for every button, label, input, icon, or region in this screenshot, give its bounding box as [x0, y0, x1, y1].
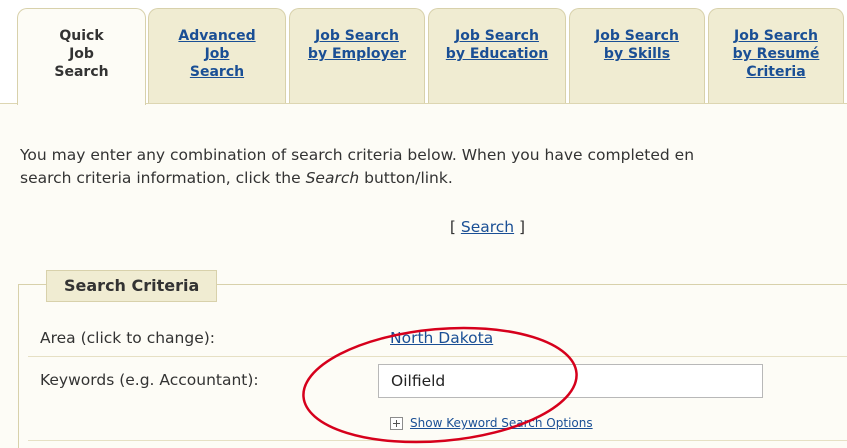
- tab-label-line: Criteria: [746, 64, 806, 80]
- instructions-line-2: search criteria information, click the S…: [20, 167, 847, 190]
- tab-label-line: by Employer: [307, 46, 407, 62]
- search-link[interactable]: Search: [461, 218, 514, 236]
- tab-label-line: Quick: [59, 28, 104, 44]
- bracket-open: [: [449, 218, 461, 236]
- show-keyword-search-options-link[interactable]: Show Keyword Search Options: [410, 416, 593, 430]
- tab-label-line: by Skills: [603, 46, 671, 62]
- tab-label-line: Advanced: [178, 28, 256, 44]
- tab-label-line: Job Search: [455, 28, 539, 44]
- area-label: Area (click to change):: [40, 329, 216, 347]
- area-link[interactable]: North Dakota: [390, 329, 493, 347]
- keywords-input[interactable]: [378, 364, 763, 398]
- tab-label-line: Job Search: [315, 28, 399, 44]
- tab-advanced-job-search[interactable]: Advanced Job Search: [148, 8, 286, 104]
- quick-job-search-page: Quick Job Search Advanced Job Search Job…: [0, 0, 847, 448]
- tab-label-line: Job: [69, 46, 94, 62]
- plus-box-icon[interactable]: [390, 416, 403, 430]
- tab-label-line: by Resumé: [732, 46, 820, 62]
- search-link-row: [ Search ]: [0, 218, 847, 236]
- keywords-label: Keywords (e.g. Accountant):: [40, 371, 259, 389]
- tab-label-line: by Education: [445, 46, 549, 62]
- tab-job-search-by-skills[interactable]: Job Search by Skills: [569, 8, 705, 104]
- tab-label-line: Search: [54, 64, 109, 80]
- instructions-text: search criteria information, click the: [20, 169, 306, 187]
- tab-label-line: Search: [189, 64, 245, 80]
- keyword-options-toggle[interactable]: Show Keyword Search Options: [390, 414, 593, 432]
- search-instructions: You may enter any combination of search …: [20, 144, 847, 190]
- search-criteria-heading: Search Criteria: [46, 270, 218, 302]
- tab-quick-job-search[interactable]: Quick Job Search: [17, 8, 146, 105]
- search-tab-bar: Quick Job Search Advanced Job Search Job…: [0, 0, 847, 105]
- tab-label-line: Job: [204, 46, 230, 62]
- instructions-search-emphasis: Search: [305, 169, 360, 187]
- bracket-close: ]: [514, 218, 526, 236]
- instructions-line-1: You may enter any combination of search …: [20, 146, 695, 164]
- row-divider: [28, 356, 847, 357]
- instructions-text: button/link.: [359, 169, 453, 187]
- tab-job-search-by-employer[interactable]: Job Search by Employer: [289, 8, 425, 104]
- tab-job-search-by-education[interactable]: Job Search by Education: [428, 8, 566, 104]
- search-link-group: [ Search ]: [450, 218, 525, 236]
- tab-label-line: Job Search: [734, 28, 818, 44]
- tab-label-line: Job Search: [595, 28, 679, 44]
- row-divider: [28, 440, 847, 441]
- tab-job-search-by-resume-criteria[interactable]: Job Search by Resumé Criteria: [708, 8, 844, 104]
